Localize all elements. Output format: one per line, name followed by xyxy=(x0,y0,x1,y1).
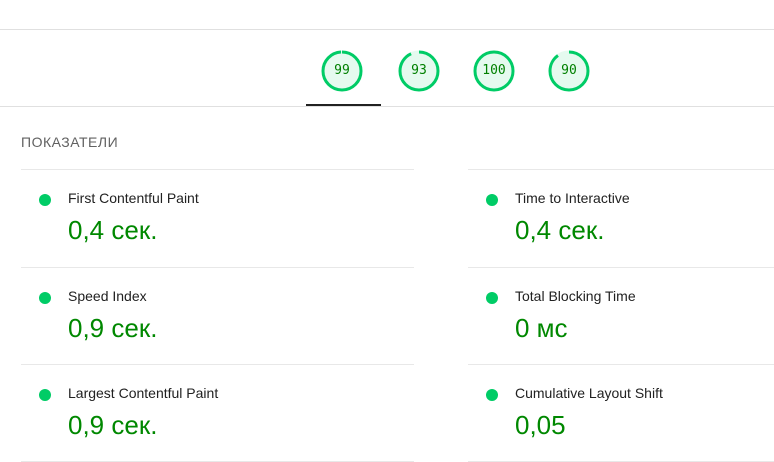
score-gauge-seo[interactable]: 90 xyxy=(548,50,590,92)
pass-dot-icon xyxy=(486,194,498,206)
score-gauge-performance[interactable]: 99 xyxy=(321,50,363,92)
metric-title: Cumulative Layout Shift xyxy=(515,385,663,401)
score-gauge-best-practices[interactable]: 100 xyxy=(473,50,515,92)
metric-value: 0,9 сек. xyxy=(68,410,158,440)
pass-dot-icon xyxy=(39,292,51,304)
metric-title: Largest Contentful Paint xyxy=(68,385,219,401)
metric-first-contentful-paint: First Contentful Paint 0,4 сек. xyxy=(21,169,414,267)
metric-title: Total Blocking Time xyxy=(515,288,636,304)
metric-cumulative-layout-shift: Cumulative Layout Shift 0,05 xyxy=(468,364,774,462)
metric-time-to-interactive: Time to Interactive 0,4 сек. xyxy=(468,169,774,267)
metric-title: First Contentful Paint xyxy=(68,190,199,206)
header-divider xyxy=(0,29,774,30)
metric-speed-index: Speed Index 0,9 сек. xyxy=(21,267,414,365)
score-gauge-accessibility[interactable]: 93 xyxy=(398,50,440,92)
pass-dot-icon xyxy=(486,389,498,401)
section-title: ПОКАЗАТЕЛИ xyxy=(21,134,119,150)
metric-title: Speed Index xyxy=(68,288,147,304)
metric-value: 0,4 сек. xyxy=(515,215,605,245)
pass-dot-icon xyxy=(486,292,498,304)
metric-title: Time to Interactive xyxy=(515,190,630,206)
tab-divider xyxy=(0,106,774,107)
metric-value: 0,4 сек. xyxy=(68,215,158,245)
metric-total-blocking-time: Total Blocking Time 0 мс xyxy=(468,267,774,365)
metric-largest-contentful-paint: Largest Contentful Paint 0,9 сек. xyxy=(21,364,414,462)
metric-value: 0,05 xyxy=(515,410,566,440)
metric-value: 0,9 сек. xyxy=(68,313,158,343)
pass-dot-icon xyxy=(39,194,51,206)
pass-dot-icon xyxy=(39,389,51,401)
metric-value: 0 мс xyxy=(515,313,568,343)
